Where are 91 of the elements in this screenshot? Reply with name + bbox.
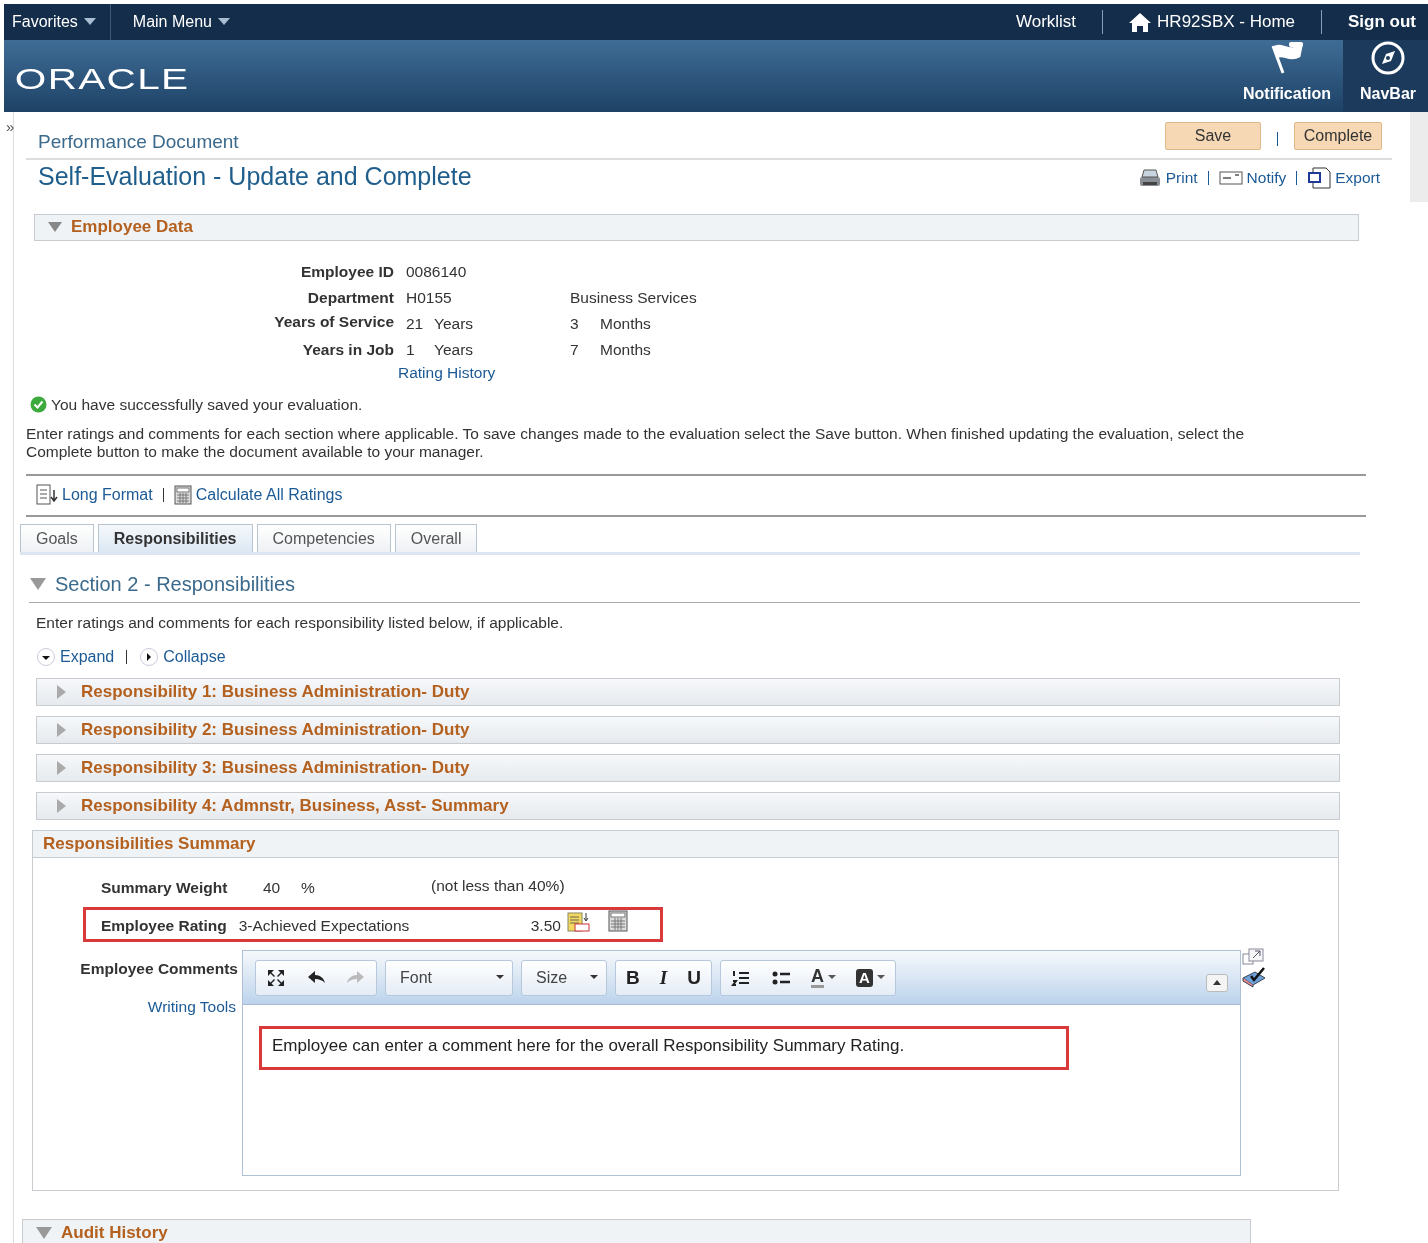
- field-value: Years: [434, 313, 475, 334]
- action-button[interactable]: Save: [1165, 122, 1261, 150]
- toolbar-link[interactable]: Export: [1307, 166, 1380, 190]
- expand-link[interactable]: Expand: [36, 645, 115, 669]
- navbar-action[interactable]: Notification: [1230, 40, 1343, 112]
- unit-label: %: [301, 878, 316, 898]
- header-link[interactable]: Worklist: [1003, 9, 1089, 35]
- collapse-circle-icon: [139, 647, 160, 667]
- field-label: Employee Rating: [101, 916, 227, 936]
- toolbar-link[interactable]: Notify: [1218, 166, 1287, 190]
- hint-text: (not less than 40%): [431, 876, 565, 896]
- field-value: 3: [570, 313, 580, 334]
- caret-icon: [876, 975, 885, 981]
- tab[interactable]: Goals: [20, 523, 94, 552]
- background-color-button[interactable]: A: [845, 968, 895, 987]
- success-message: You have successfully saved your evaluation.: [51, 394, 363, 415]
- toolbar-link[interactable]: Long Format: [36, 482, 153, 507]
- caret-icon: [83, 18, 96, 26]
- breadcrumb: Performance Document: [38, 129, 239, 154]
- compass-icon: [1370, 40, 1406, 76]
- panel-header: Responsibilities Summary: [33, 831, 1338, 858]
- collapse-toolbar-button[interactable]: [1206, 973, 1228, 992]
- envelope-icon: [1218, 169, 1243, 186]
- section-title[interactable]: Section 2 - Responsibilities: [29, 568, 296, 599]
- collapsible-section-header[interactable]: Responsibility 1: Business Administration- Duty: [36, 678, 1340, 706]
- collapsible-section-header[interactable]: Responsibility 3: Business Administration- Duty: [36, 754, 1340, 782]
- menu-dropdown[interactable]: Main Menu: [110, 4, 244, 40]
- spellcheck-book-icon: [1241, 966, 1267, 989]
- text-color-button[interactable]: A: [800, 967, 846, 989]
- success-check-icon: [30, 395, 47, 413]
- field-value: 7: [570, 339, 580, 360]
- home-icon: [1129, 12, 1152, 32]
- popout-icon: [1241, 948, 1265, 967]
- tab[interactable]: Competencies: [256, 523, 391, 552]
- field-value: Years: [434, 339, 475, 360]
- format-button[interactable]: I: [649, 963, 678, 992]
- field-value: 0086140: [406, 261, 468, 282]
- field-label: Years in Job: [301, 339, 395, 360]
- score-value: 3.50: [530, 916, 561, 936]
- action-button[interactable]: Complete: [1294, 122, 1382, 150]
- caret-icon: [496, 975, 504, 981]
- field-value: Months: [600, 313, 652, 334]
- field-value: Months: [600, 339, 652, 360]
- logo: ORACLE: [13, 61, 190, 97]
- format-button[interactable]: B: [616, 963, 650, 992]
- comment-text[interactable]: Employee can enter a comment here for the overall Responsibility Summary Rating.: [259, 1026, 1069, 1070]
- maximize-icon: [266, 967, 286, 988]
- document-icon: [1307, 166, 1332, 189]
- field-label: Department: [306, 287, 395, 308]
- field-label: Summary Weight: [101, 878, 229, 898]
- scrollbar[interactable]: [1410, 112, 1428, 202]
- caret-icon: [590, 975, 598, 981]
- field-value: H0155: [406, 287, 453, 308]
- field-label: Employee Comments: [80, 959, 238, 980]
- dropdown[interactable]: Size: [521, 959, 607, 996]
- rating-document-icon: [566, 911, 591, 934]
- navbar-action[interactable]: NavBar: [1342, 40, 1428, 112]
- field-value: 21: [406, 313, 425, 334]
- header-link[interactable]: HR92SBX - Home: [1117, 9, 1307, 35]
- caret-icon: [217, 18, 230, 26]
- field-label: Years of Service: [273, 311, 395, 332]
- caret-up-icon: [1213, 980, 1221, 986]
- tab[interactable]: Responsibilities: [97, 523, 253, 552]
- page-title: Self-Evaluation - Update and Complete: [38, 161, 472, 192]
- rating-history-link[interactable]: Rating History: [398, 362, 570, 383]
- field-label: Employee ID: [299, 261, 395, 282]
- caret-icon: [827, 975, 836, 981]
- section-description: Enter ratings and comments for each responsibility listed below, if applicable.: [36, 612, 565, 633]
- field-value: 40: [263, 878, 282, 898]
- writing-tools-link[interactable]: Writing Tools: [147, 994, 236, 1018]
- field-value: 1: [406, 339, 416, 360]
- header-link[interactable]: Sign out: [1336, 9, 1428, 35]
- format-button[interactable]: U: [677, 963, 711, 992]
- calculator-icon: [173, 484, 192, 505]
- toolbar-link[interactable]: Print: [1137, 166, 1198, 190]
- calculator-icon: [607, 910, 628, 933]
- instructions-text: Enter ratings and comments for each section where applicable. To save changes made to the evaluation select the Save button. When finished updating the evaluation, select the Complete button to make the document available to your manager.: [26, 424, 1246, 461]
- expand-circle-icon: [36, 647, 56, 667]
- list-document-icon: [36, 483, 58, 506]
- collapsible-section-header[interactable]: Responsibility 4: Admnstr, Business, Asst- Summary: [36, 792, 1340, 820]
- dropdown[interactable]: Font: [385, 959, 513, 996]
- collapsible-section-header[interactable]: Responsibility 2: Business Administration- Duty: [36, 716, 1340, 744]
- collapse-link[interactable]: Collapse: [139, 645, 226, 669]
- field-value: Business Services: [570, 287, 698, 308]
- field-value: 3-Achieved Expectations: [238, 916, 411, 936]
- section-header[interactable]: Audit History: [22, 1219, 1251, 1243]
- printer-icon: [1137, 167, 1162, 188]
- sidebar-toggle[interactable]: »: [6, 118, 15, 135]
- section-header[interactable]: Employee Data: [34, 213, 1359, 241]
- toolbar-link[interactable]: Calculate All Ratings: [173, 482, 343, 507]
- tab[interactable]: Overall: [394, 523, 478, 552]
